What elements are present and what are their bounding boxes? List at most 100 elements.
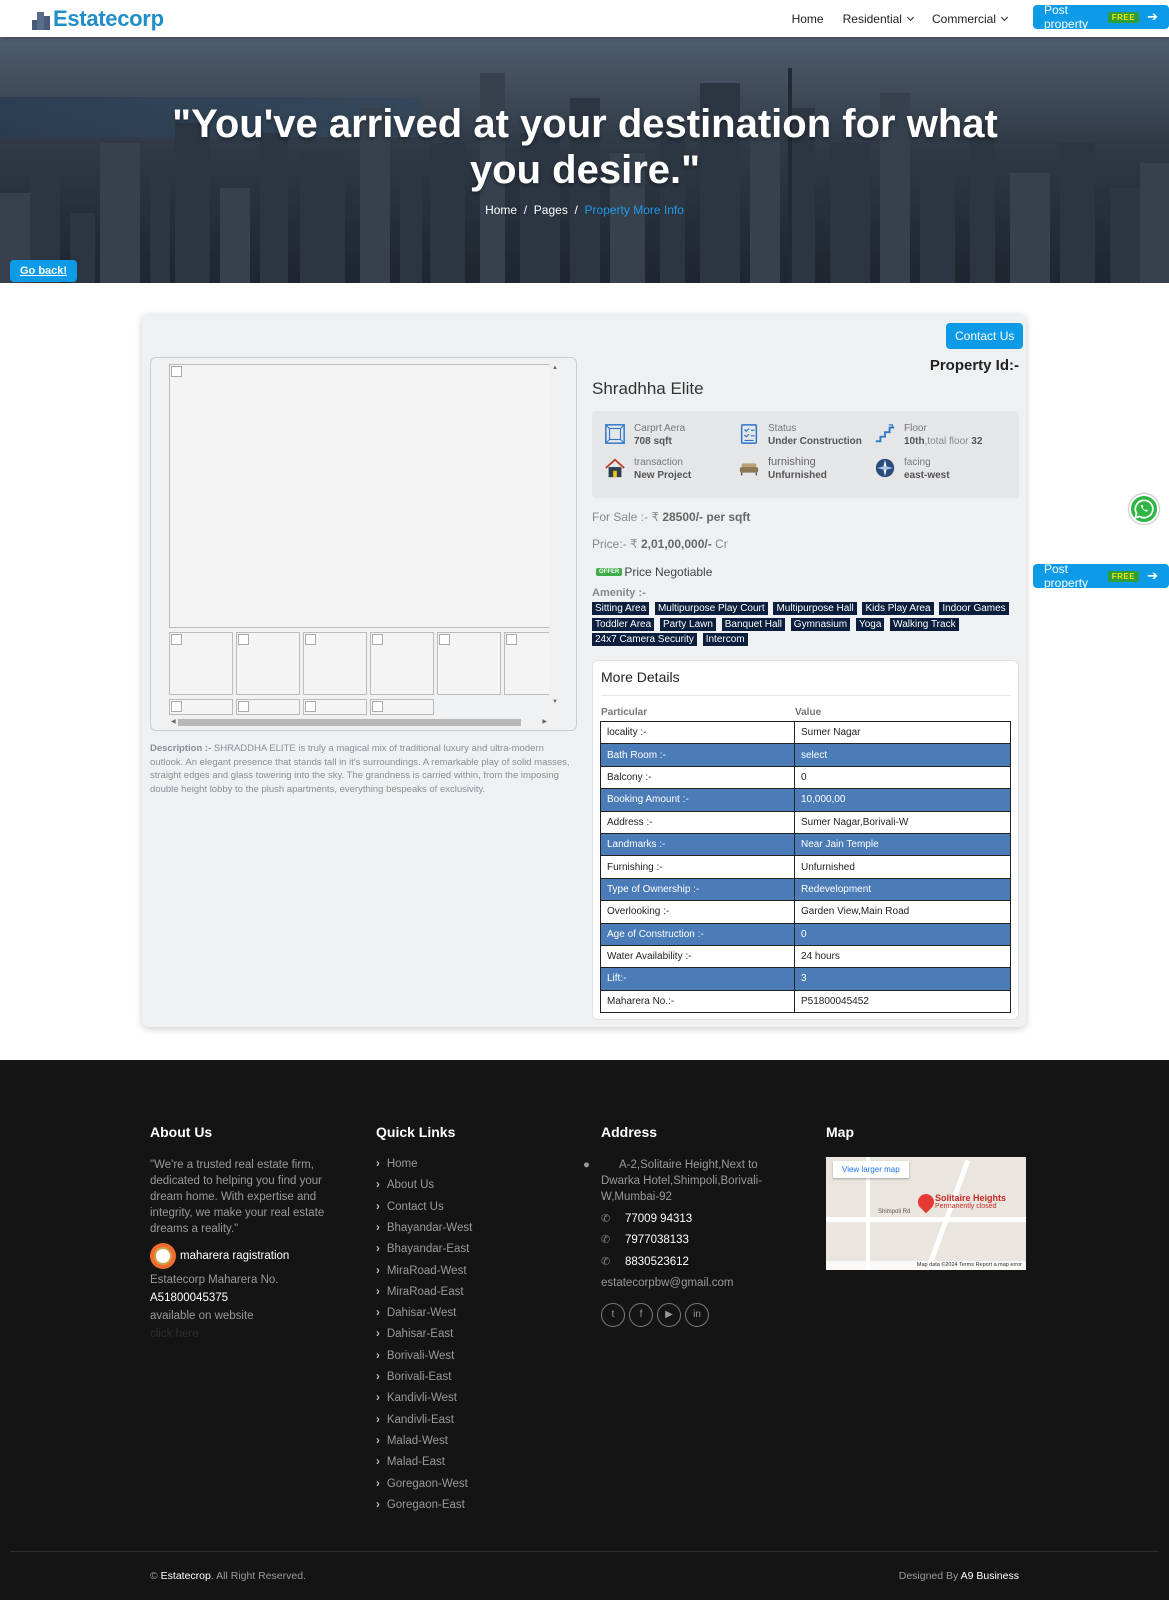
brand-name: Estatecorp: [53, 6, 164, 31]
particular-cell: Overlooking :-: [600, 900, 795, 924]
nav-commercial[interactable]: Commercial: [932, 12, 1009, 26]
details-table-header: Particular Value: [601, 707, 821, 718]
email-link[interactable]: estatecorpbw@gmail.com: [601, 1275, 733, 1291]
nav-home[interactable]: Home: [792, 12, 824, 26]
post-property-button[interactable]: Post property FREE ➔: [1033, 3, 1169, 31]
property-name: Shradhha Elite: [592, 379, 704, 398]
amenity-tag: Gymnasium: [790, 617, 851, 631]
particular-cell: Age of Construction :-: [600, 922, 795, 946]
particular-cell: Booking Amount :-: [600, 788, 795, 812]
thumbnail-image[interactable]: [370, 632, 434, 695]
breadcrumb-pages[interactable]: Pages: [534, 203, 568, 217]
hero-banner: "You've arrived at your destination for …: [0, 37, 1169, 283]
twitter-icon[interactable]: t: [601, 1303, 625, 1327]
main-property-image[interactable]: [169, 364, 550, 628]
copyright-suffix: . All Right Reserved.: [210, 1570, 306, 1582]
address-text: ● A-2,Solitaire Height,Next to Dwarka Hot…: [583, 1157, 766, 1205]
brand-logo[interactable]: Estatecorp: [32, 6, 164, 32]
thumbnail-image[interactable]: [169, 699, 233, 715]
linkedin-icon[interactable]: in: [685, 1303, 709, 1327]
thumbnail-image[interactable]: [437, 632, 501, 695]
quick-link[interactable]: Borivali-East: [376, 1371, 452, 1383]
chevron-down-icon: [1000, 13, 1009, 21]
value-cell: Sumer Nagar,Borivali-W: [794, 810, 1011, 834]
quick-link[interactable]: Goregaon-East: [376, 1499, 465, 1511]
free-badge: FREE: [1107, 11, 1140, 23]
quick-link[interactable]: Kandivli-East: [376, 1414, 454, 1426]
quick-link[interactable]: Malad-West: [376, 1435, 448, 1447]
spec-label: Status: [768, 423, 797, 434]
spec-value: 10th: [904, 436, 925, 447]
copyright-brand[interactable]: Estatecrop: [161, 1570, 211, 1582]
thumbnail-image[interactable]: [370, 699, 434, 715]
quick-link[interactable]: MiraRoad-West: [376, 1265, 467, 1277]
youtube-icon[interactable]: ▶: [657, 1303, 681, 1327]
quick-link[interactable]: Bhayandar-West: [376, 1222, 472, 1234]
spec-value: Unfurnished: [768, 470, 827, 481]
quick-link[interactable]: Home: [376, 1158, 418, 1170]
details-row: locality :- Sumer Nagar: [600, 720, 1011, 745]
whatsapp-icon[interactable]: [1129, 494, 1159, 524]
spec-value: Under Construction: [768, 436, 862, 447]
location-map[interactable]: Shimpoli Rd View larger map Solitaire He…: [826, 1157, 1026, 1270]
quick-link[interactable]: Goregaon-West: [376, 1478, 468, 1490]
gallery-vertical-scrollbar[interactable]: ▲ ▼: [549, 362, 559, 717]
scroll-up-arrow-icon[interactable]: ▲: [552, 365, 558, 371]
amenity-tag: Kids Play Area: [862, 602, 934, 615]
broken-image-icon: [171, 634, 182, 645]
particular-cell: Type of Ownership :-: [600, 877, 795, 902]
scrollbar-thumb[interactable]: [178, 719, 521, 726]
phone-2[interactable]: ✆ 7977038133: [601, 1233, 689, 1247]
phone-number: 7977038133: [625, 1233, 689, 1246]
property-id: Property Id:-: [929, 357, 1019, 374]
quick-link[interactable]: Contact Us: [376, 1201, 444, 1213]
area-icon: [605, 424, 625, 444]
designer-link[interactable]: A9 Business: [961, 1570, 1019, 1582]
sofa-icon: [739, 463, 759, 476]
details-table: locality :- Sumer Nagar Bath Room :- select…: [600, 720, 1011, 1014]
thumbnail-image[interactable]: [303, 632, 367, 695]
scroll-left-arrow-icon[interactable]: ◀: [171, 718, 176, 725]
amenity-tag: Banquet Hall: [721, 617, 786, 631]
scroll-down-arrow-icon[interactable]: ▼: [552, 699, 558, 705]
value-cell: select: [794, 743, 1011, 767]
breadcrumb-home[interactable]: Home: [485, 203, 517, 217]
thumbnail-image[interactable]: [236, 632, 300, 695]
arrow-right-icon: ➔: [1147, 568, 1158, 583]
particular-cell: locality :-: [600, 720, 795, 745]
post-property-label: Post property: [1044, 562, 1089, 590]
quick-link[interactable]: Borivali-West: [376, 1350, 455, 1362]
spec-transaction: transaction New Project: [604, 456, 691, 483]
facebook-icon[interactable]: f: [629, 1303, 653, 1327]
price-negotiable: OFFER Price Negotiable: [596, 565, 712, 579]
phone-3[interactable]: ✆ 8830523612: [601, 1255, 689, 1269]
quick-link[interactable]: MiraRoad-East: [376, 1286, 464, 1298]
scroll-right-arrow-icon[interactable]: ▶: [542, 718, 547, 725]
hero-title: "You've arrived at your destination for …: [172, 102, 998, 192]
thumbnail-image[interactable]: [303, 699, 367, 715]
quick-link[interactable]: About Us: [376, 1179, 434, 1191]
post-property-side-button[interactable]: Post property FREE ➔: [1033, 562, 1169, 590]
quick-link[interactable]: Dahisar-East: [376, 1328, 453, 1340]
thumbnail-image[interactable]: [236, 699, 300, 715]
divider: [601, 695, 1011, 696]
map-road: [826, 1217, 1026, 1222]
property-description: Description :- SHRADDHA ELITE is truly a…: [150, 742, 575, 796]
quick-link[interactable]: Bhayandar-East: [376, 1243, 469, 1255]
thumbnail-image[interactable]: [169, 632, 233, 695]
phone-number: 77009 94313: [625, 1212, 693, 1225]
quick-link[interactable]: Dahisar-West: [376, 1307, 456, 1319]
map-pin-icon[interactable]: [914, 1190, 938, 1214]
view-larger-map-link[interactable]: View larger map: [833, 1161, 909, 1178]
contact-us-button[interactable]: Contact Us: [946, 323, 1024, 349]
thumbnail-image[interactable]: [504, 632, 550, 695]
phone-1[interactable]: ✆ 77009 94313: [601, 1212, 693, 1226]
whatsapp-glyph: [1134, 499, 1154, 519]
quick-link[interactable]: Malad-East: [376, 1456, 445, 1468]
details-row: Age of Construction :- 0: [600, 922, 1011, 946]
copyright: © Estatecrop. All Right Reserved.: [150, 1570, 306, 1582]
click-here-link[interactable]: click here: [150, 1326, 199, 1342]
go-back-button[interactable]: Go back!: [10, 260, 78, 282]
nav-residential[interactable]: Residential: [843, 12, 915, 26]
quick-link[interactable]: Kandivli-West: [376, 1392, 457, 1404]
